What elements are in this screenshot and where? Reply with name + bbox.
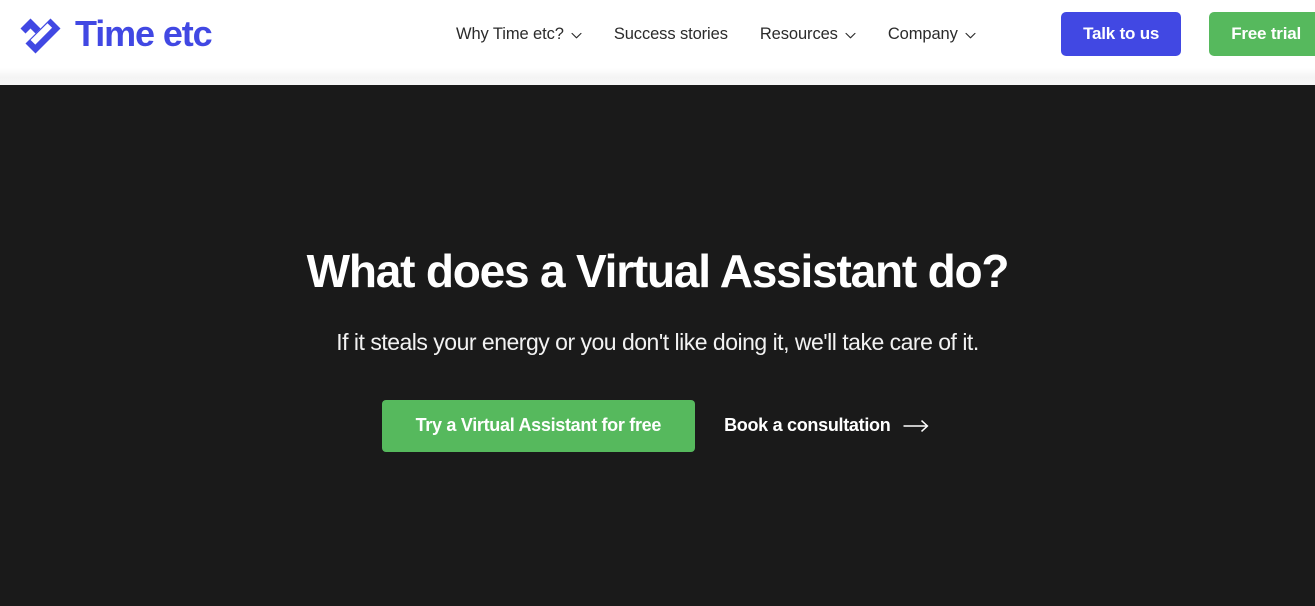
site-header: Time etc Why Time etc? Success stories R… <box>0 0 1315 68</box>
nav-item-resources[interactable]: Resources <box>744 0 872 68</box>
nav-item-label: Company <box>887 24 958 43</box>
hero-subtitle: If it steals your energy or you don't li… <box>336 328 979 355</box>
nav-item-label: Resources <box>759 24 838 43</box>
talk-to-us-button[interactable]: Talk to us <box>1061 12 1182 56</box>
logo-wordmark: Time etc <box>75 13 213 54</box>
nav-item-label: Success stories <box>613 24 728 43</box>
chevron-down-icon <box>845 32 856 38</box>
try-virtual-assistant-button[interactable]: Try a Virtual Assistant for free <box>381 399 696 452</box>
check-diamond-logo-icon <box>20 18 61 54</box>
hero-section: What does a Virtual Assistant do? If it … <box>0 85 1315 606</box>
arrow-right-icon <box>903 419 929 432</box>
book-consultation-link[interactable]: Book a consultation <box>720 415 933 436</box>
header-actions: Talk to us Free trial <box>1061 12 1315 56</box>
nav-item-company[interactable]: Company <box>872 0 992 68</box>
logo-link[interactable]: Time etc <box>16 9 213 59</box>
chevron-down-icon <box>571 32 582 38</box>
page-title: What does a Virtual Assistant do? <box>306 245 1010 297</box>
chevron-down-icon <box>965 32 976 38</box>
page-root: Time etc Why Time etc? Success stories R… <box>0 0 1315 606</box>
free-trial-button[interactable]: Free trial <box>1209 12 1315 56</box>
nav-item-label: Why Time etc? <box>456 24 564 43</box>
nav-item-success-stories[interactable]: Success stories <box>598 0 744 68</box>
header-shadow-divider <box>0 68 1315 85</box>
main-nav: Why Time etc? Success stories Resources … <box>440 0 992 68</box>
nav-item-why-time-etc[interactable]: Why Time etc? <box>440 0 598 68</box>
hero-cta-group: Try a Virtual Assistant for free Book a … <box>381 399 934 452</box>
book-consultation-label: Book a consultation <box>724 415 891 436</box>
